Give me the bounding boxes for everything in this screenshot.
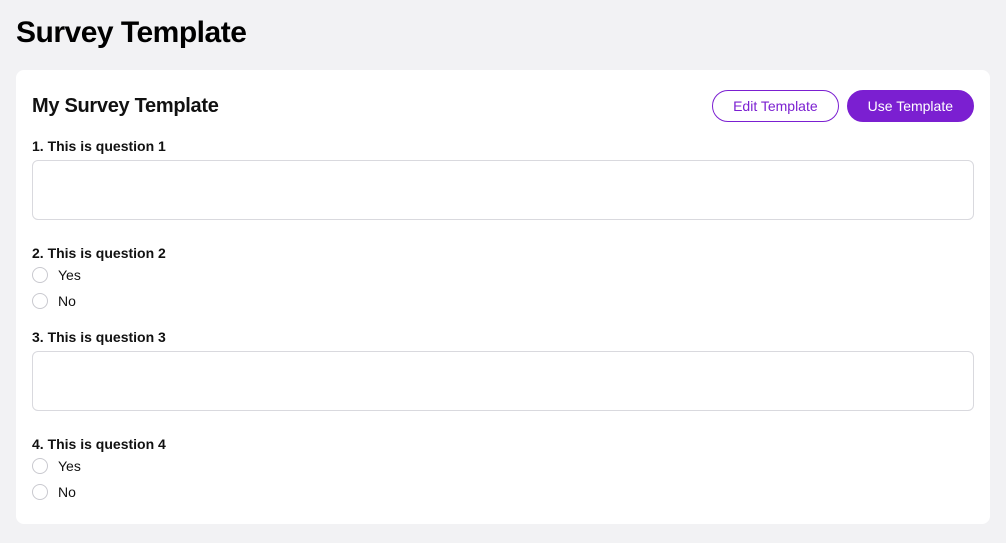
option-label: No <box>58 293 76 309</box>
option-yes: Yes <box>32 458 974 474</box>
page-title: Survey Template <box>0 0 1006 70</box>
option-no: No <box>32 293 974 309</box>
question-label: 2. This is question 2 <box>32 245 974 261</box>
option-label: Yes <box>58 267 81 283</box>
question-2: 2. This is question 2 Yes No <box>32 245 974 309</box>
radio-icon[interactable] <box>32 267 48 283</box>
radio-icon[interactable] <box>32 293 48 309</box>
card-title: My Survey Template <box>32 95 219 118</box>
use-template-button[interactable]: Use Template <box>847 90 974 122</box>
card-header: My Survey Template Edit Template Use Tem… <box>32 90 974 122</box>
option-label: Yes <box>58 458 81 474</box>
question-1: 1. This is question 1 <box>32 138 974 225</box>
card-actions: Edit Template Use Template <box>712 90 974 122</box>
question-3: 3. This is question 3 <box>32 329 974 416</box>
question-3-input[interactable] <box>32 351 974 411</box>
question-4-options: Yes No <box>32 458 974 500</box>
edit-template-button[interactable]: Edit Template <box>712 90 839 122</box>
option-label: No <box>58 484 76 500</box>
survey-card: My Survey Template Edit Template Use Tem… <box>16 70 990 524</box>
option-no: No <box>32 484 974 500</box>
question-label: 3. This is question 3 <box>32 329 974 345</box>
option-yes: Yes <box>32 267 974 283</box>
radio-icon[interactable] <box>32 458 48 474</box>
question-1-input[interactable] <box>32 160 974 220</box>
question-label: 1. This is question 1 <box>32 138 974 154</box>
question-4: 4. This is question 4 Yes No <box>32 436 974 500</box>
radio-icon[interactable] <box>32 484 48 500</box>
question-2-options: Yes No <box>32 267 974 309</box>
question-label: 4. This is question 4 <box>32 436 974 452</box>
